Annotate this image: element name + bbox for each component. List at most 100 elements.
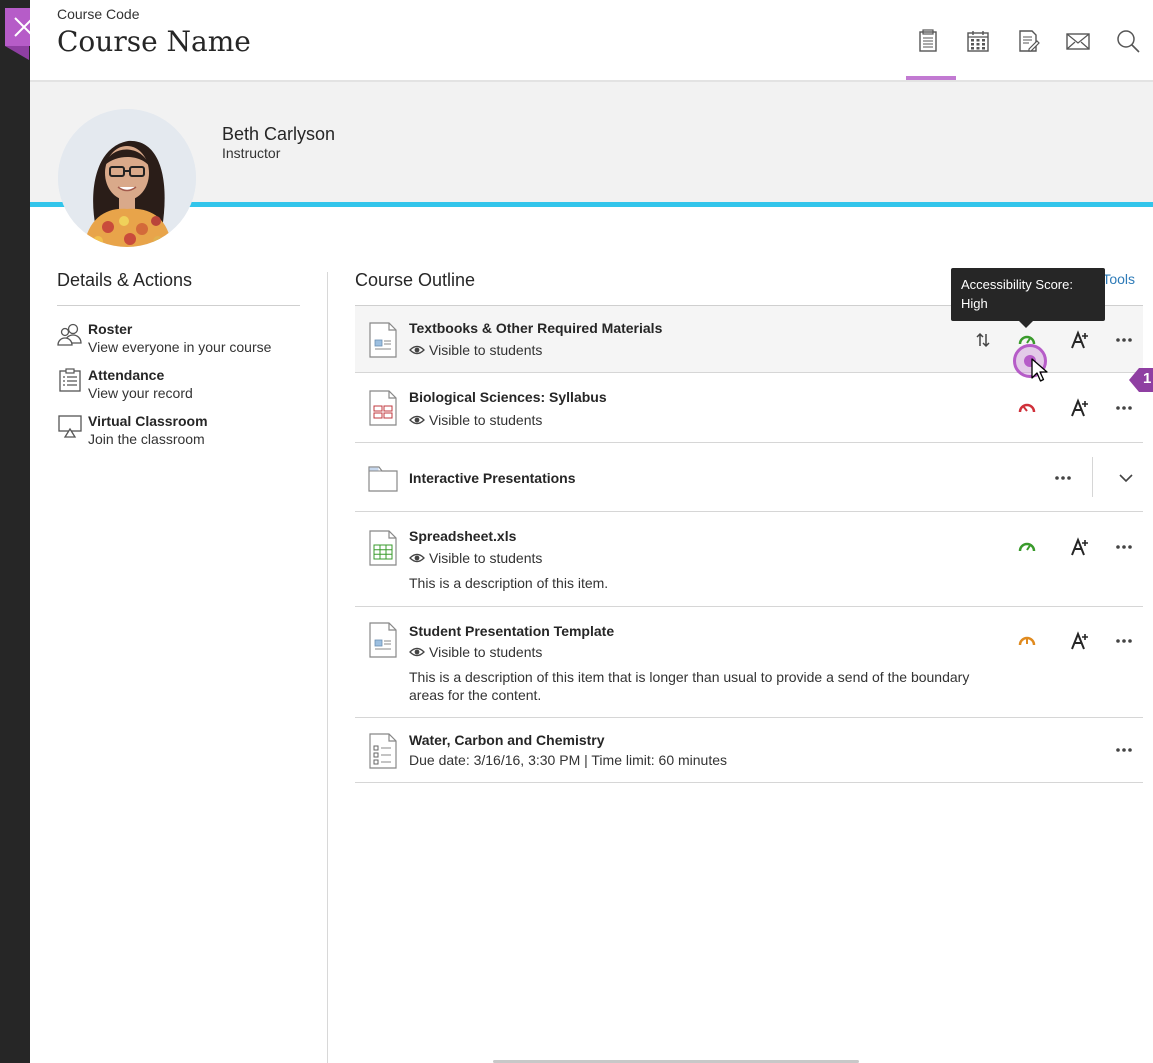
spreadsheet-icon (369, 530, 397, 566)
accessibility-score-button[interactable] (1012, 626, 1042, 656)
detail-attendance[interactable]: Attendance View your record (57, 366, 193, 402)
outline-folder[interactable]: Interactive Presentations (355, 443, 1143, 512)
folder-icon (368, 466, 398, 492)
more-options-button[interactable] (1109, 393, 1139, 423)
eye-icon (409, 647, 425, 657)
more-icon (1116, 748, 1132, 752)
outline-item: Biological Sciences: Syllabus Visible to… (355, 373, 1143, 443)
instructor-banner (30, 82, 1153, 204)
visibility-label: Visible to students (429, 550, 543, 566)
outline-item-description: This is a description of this item that … (409, 669, 970, 703)
nav-calendar[interactable] (953, 24, 1003, 58)
attendance-icon (59, 368, 81, 392)
outline-title: Course Outline (355, 270, 476, 290)
course-code: Course Code (57, 6, 140, 22)
detail-attendance-label: Attendance (88, 367, 165, 383)
roster-icon (57, 323, 82, 346)
gauge-high-icon (1018, 542, 1036, 552)
alternative-formats-button[interactable] (1065, 393, 1095, 423)
tools-link[interactable]: Tools (1102, 271, 1135, 287)
document-icon (369, 322, 397, 358)
more-options-button[interactable] (1109, 735, 1139, 765)
outline-item: Student Presentation Template Visible to… (355, 607, 1143, 718)
course-name: Course Name (57, 25, 251, 58)
syllabus-document-icon (369, 390, 397, 426)
detail-attendance-sub: View your record (88, 385, 193, 401)
grades-icon (1019, 30, 1040, 52)
outline-item-title[interactable]: Spreadsheet.xls (409, 528, 516, 544)
visibility-toggle[interactable]: Visible to students (409, 412, 542, 428)
details-divider (57, 305, 300, 306)
nav-content[interactable] (903, 24, 953, 58)
outline-item-title[interactable]: Student Presentation Template (409, 623, 614, 639)
accessibility-score-button[interactable] (1012, 393, 1042, 423)
more-icon (1116, 406, 1132, 410)
accessibility-tooltip: Accessibility Score: High (951, 268, 1105, 328)
outline-item: Water, Carbon and Chemistry Due date: 3/… (355, 718, 1143, 783)
banner-accent-line (30, 202, 1153, 207)
detail-roster[interactable]: Roster View everyone in your course (57, 320, 271, 356)
column-divider (327, 272, 328, 1063)
document-icon (369, 622, 397, 658)
visibility-label: Visible to students (429, 412, 543, 428)
more-options-button[interactable] (1109, 532, 1139, 562)
step-badge-number: 1 (1143, 370, 1152, 387)
visibility-toggle[interactable]: Visible to students (409, 550, 542, 566)
visibility-toggle[interactable]: Visible to students (409, 644, 542, 660)
chevron-down-icon (1119, 474, 1133, 483)
alternative-formats-button[interactable] (1065, 325, 1095, 355)
nav-active-indicator (906, 76, 956, 80)
gauge-low-icon (1018, 403, 1036, 413)
virtual-classroom-icon (58, 415, 82, 438)
details-title: Details & Actions (57, 270, 193, 290)
outline-item: Spreadsheet.xls Visible to students This… (355, 512, 1143, 607)
more-icon (1116, 639, 1132, 643)
accessibility-score-button[interactable] (1012, 532, 1042, 562)
more-options-button[interactable] (1048, 463, 1078, 493)
gauge-medium-icon (1018, 636, 1036, 646)
detail-roster-label: Roster (88, 321, 133, 337)
mouse-cursor-icon (1031, 358, 1048, 382)
main-content: Course Code Course Name Beth Carlyson In… (30, 0, 1153, 1063)
eye-icon (409, 553, 425, 563)
eye-icon (409, 345, 425, 355)
visibility-toggle[interactable]: Visible to students (409, 342, 542, 358)
more-icon (1116, 338, 1132, 342)
visibility-label: Visible to students (429, 644, 543, 660)
outline-item-title[interactable]: Textbooks & Other Required Materials (409, 320, 662, 336)
nav-search[interactable] (1103, 24, 1153, 58)
course-nav (903, 24, 1153, 58)
alternative-formats-button[interactable] (1065, 532, 1095, 562)
alternative-formats-button[interactable] (1065, 626, 1095, 656)
nav-messages[interactable] (1053, 24, 1103, 58)
test-icon (369, 733, 397, 769)
reorder-icon (976, 332, 990, 348)
outline-item-description: This is a description of this item. (409, 575, 609, 591)
detail-virtual-classroom[interactable]: Virtual Classroom Join the classroom (57, 412, 208, 448)
nav-grades[interactable] (1003, 24, 1053, 58)
alternative-formats-icon (1071, 330, 1088, 349)
outline-item-meta: Due date: 3/16/16, 3:30 PM | Time limit:… (409, 752, 728, 768)
alternative-formats-icon (1071, 537, 1088, 556)
visibility-label: Visible to students (429, 342, 543, 358)
content-icon (919, 29, 937, 52)
folder-divider (1092, 457, 1093, 497)
left-rail (0, 0, 30, 1063)
detail-virtual-classroom-sub: Join the classroom (88, 431, 205, 447)
detail-virtual-classroom-label: Virtual Classroom (88, 413, 208, 429)
mail-icon (1066, 33, 1090, 50)
outline-item-title[interactable]: Water, Carbon and Chemistry (409, 732, 605, 748)
instructor-name[interactable]: Beth Carlyson (222, 124, 335, 145)
outline-item-title[interactable]: Biological Sciences: Syllabus (409, 389, 607, 405)
alternative-formats-icon (1071, 631, 1088, 650)
reorder-button[interactable] (968, 325, 998, 355)
outline-folder-title[interactable]: Interactive Presentations (409, 470, 576, 486)
alternative-formats-icon (1071, 398, 1088, 417)
more-icon (1116, 545, 1132, 549)
instructor-avatar[interactable] (58, 109, 196, 247)
more-icon (1055, 476, 1071, 480)
more-options-button[interactable] (1109, 626, 1139, 656)
expand-folder-button[interactable] (1111, 463, 1141, 493)
more-options-button[interactable] (1109, 325, 1139, 355)
eye-icon (409, 415, 425, 425)
